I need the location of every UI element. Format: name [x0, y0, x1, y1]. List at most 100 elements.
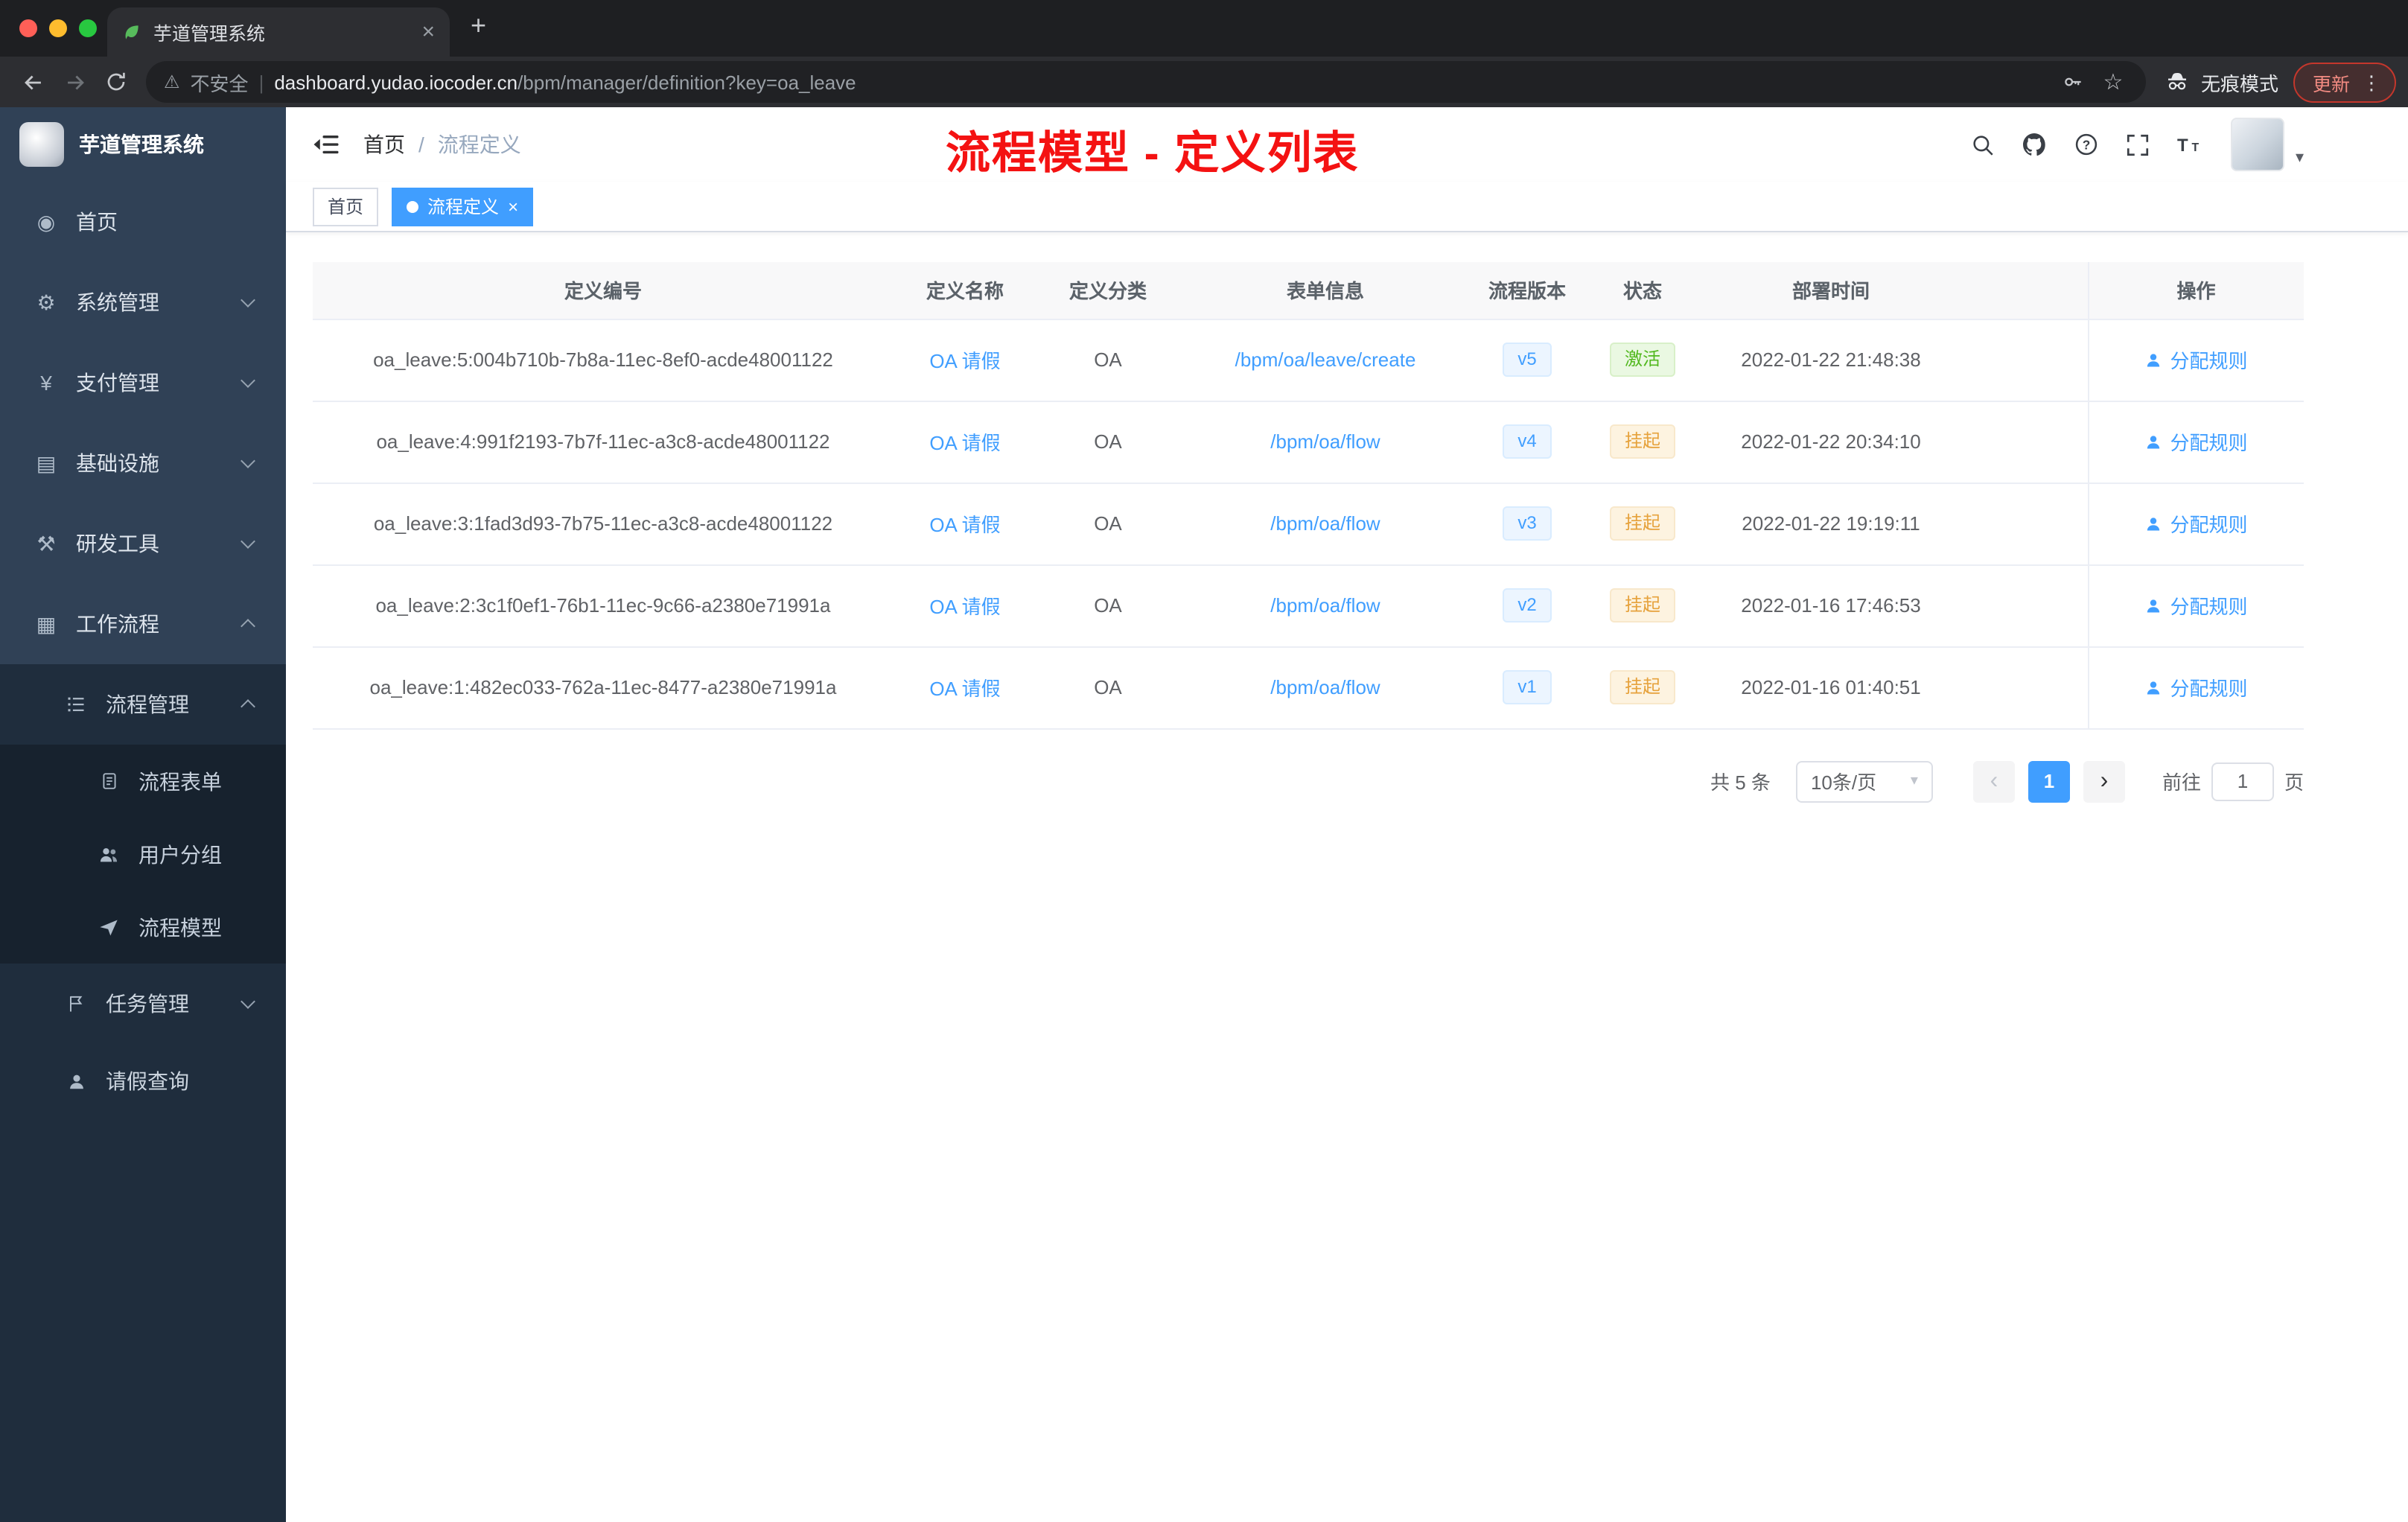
- cell-status: 挂起: [1583, 483, 1702, 565]
- sidebar-item-user-group[interactable]: 用户分组: [0, 818, 286, 891]
- bookmark-star-icon[interactable]: ☆: [2098, 67, 2128, 97]
- breadcrumb-home[interactable]: 首页: [363, 130, 405, 159]
- browser-tab-strip: 芋道管理系统 × +: [0, 0, 2408, 57]
- assign-rule-link[interactable]: 分配规则: [2144, 509, 2248, 538]
- gear-icon: ⚙: [36, 290, 56, 313]
- tag-close-icon[interactable]: ×: [508, 197, 518, 215]
- cell-form-info: /bpm/oa/flow: [1179, 483, 1471, 565]
- close-window-button[interactable]: [19, 19, 37, 37]
- cell-category: OA: [1036, 319, 1179, 401]
- address-bar[interactable]: ⚠ 不安全 | dashboard.yudao.iocoder.cn/bpm/m…: [146, 61, 2146, 103]
- chevron-up-icon: [241, 699, 255, 714]
- definition-name-link[interactable]: OA 请假: [929, 514, 1000, 536]
- cell-status: 挂起: [1583, 646, 1702, 729]
- cell-definition-name: OA 请假: [894, 483, 1036, 565]
- cell-version: v1: [1471, 646, 1583, 729]
- user-menu[interactable]: ▾: [2231, 118, 2304, 171]
- tag-process-definition[interactable]: 流程定义 ×: [392, 187, 534, 226]
- sidebar-item-workflow[interactable]: ▦ 工作流程: [0, 584, 286, 664]
- status-badge: 挂起: [1609, 424, 1675, 459]
- assign-rule-label: 分配规则: [2170, 514, 2248, 536]
- caret-down-icon[interactable]: ▾: [2296, 147, 2304, 171]
- cell-status: 挂起: [1583, 564, 1702, 647]
- tab-close-icon[interactable]: ×: [421, 21, 435, 43]
- zoom-window-button[interactable]: [79, 19, 97, 37]
- sidebar-item-leave-query[interactable]: 请假查询: [0, 1044, 286, 1118]
- app-logo[interactable]: 芋道管理系统: [0, 107, 286, 182]
- assign-rule-link[interactable]: 分配规则: [2144, 427, 2248, 456]
- definition-name-link[interactable]: OA 请假: [929, 596, 1000, 618]
- definition-name-link[interactable]: OA 请假: [929, 678, 1000, 700]
- tag-home[interactable]: 首页: [313, 187, 379, 226]
- fullscreen-icon[interactable]: [2126, 132, 2151, 157]
- new-tab-button[interactable]: +: [471, 12, 486, 39]
- form-link[interactable]: /bpm/oa/flow: [1270, 512, 1380, 535]
- table-row: oa_leave:5:004b710b-7b8a-11ec-8ef0-acde4…: [313, 319, 2304, 401]
- help-icon[interactable]: ?: [2074, 131, 2100, 158]
- workflow-icon: ▦: [36, 611, 57, 635]
- definition-name-link[interactable]: OA 请假: [929, 432, 1000, 454]
- assign-rule-label: 分配规则: [2170, 432, 2248, 454]
- assign-rule-link[interactable]: 分配规则: [2144, 346, 2248, 374]
- assign-rule-link[interactable]: 分配规则: [2144, 591, 2248, 620]
- forward-icon[interactable]: [54, 61, 95, 103]
- github-icon[interactable]: [2022, 131, 2048, 158]
- cell-version: v4: [1471, 401, 1583, 483]
- url-text: dashboard.yudao.iocoder.cn/bpm/manager/d…: [274, 71, 856, 93]
- omnibox-divider: |: [258, 71, 264, 93]
- sidebar-item-task-management[interactable]: 任务管理: [0, 964, 286, 1044]
- cell-definition-name: OA 请假: [894, 319, 1036, 401]
- sidebar-collapse-icon[interactable]: [313, 133, 340, 156]
- form-link[interactable]: /bpm/oa/flow: [1270, 676, 1380, 698]
- sidebar-item-home[interactable]: ◉ 首页: [0, 182, 286, 262]
- assign-rule-link[interactable]: 分配规则: [2144, 673, 2248, 701]
- font-size-icon[interactable]: TT: [2176, 131, 2206, 158]
- sidebar-item-process-form[interactable]: 流程表单: [0, 745, 286, 818]
- not-secure-warning-icon: ⚠: [164, 71, 180, 92]
- tag-label: 首页: [328, 197, 364, 217]
- definition-name-link[interactable]: OA 请假: [929, 350, 1000, 372]
- page-content: 定义编号 定义名称 定义分类 表单信息 流程版本 状态 部署时间 操作 oa_l…: [286, 232, 2408, 1522]
- sidebar-item-label: 用户分组: [138, 842, 222, 866]
- password-key-icon[interactable]: [2058, 67, 2088, 97]
- sidebar-item-devtools[interactable]: ⚒ 研发工具: [0, 503, 286, 584]
- browser-menu-icon[interactable]: ⋮: [2362, 72, 2381, 92]
- incognito-badge: 无痕模式: [2164, 68, 2278, 96]
- back-icon[interactable]: [12, 61, 54, 103]
- sidebar-item-payment[interactable]: ¥ 支付管理: [0, 343, 286, 423]
- sidebar-item-process-management[interactable]: 流程管理: [0, 664, 286, 745]
- prev-page-button[interactable]: ‹: [1972, 760, 2015, 802]
- browser-update-button[interactable]: 更新 ⋮: [2293, 62, 2396, 102]
- page-jumper: 前往 页: [2162, 762, 2304, 800]
- document-icon: [95, 771, 122, 791]
- avatar[interactable]: [2231, 118, 2285, 171]
- cell-form-info: /bpm/oa/flow: [1179, 401, 1471, 483]
- form-link[interactable]: /bpm/oa/leave/create: [1235, 348, 1416, 371]
- tags-view: 首页 流程定义 ×: [286, 182, 2408, 232]
- search-icon[interactable]: [1971, 132, 1996, 157]
- sidebar-item-infrastructure[interactable]: ▤ 基础设施: [0, 423, 286, 503]
- sidebar-item-process-model[interactable]: 流程模型: [0, 891, 286, 964]
- sidebar-item-system[interactable]: ⚙ 系统管理: [0, 262, 286, 343]
- sidebar-item-label: 系统管理: [76, 290, 159, 314]
- reload-icon[interactable]: [95, 61, 137, 103]
- page-goto-input[interactable]: [2211, 762, 2274, 800]
- update-label: 更新: [2312, 74, 2350, 95]
- next-page-button[interactable]: ›: [2083, 760, 2125, 802]
- favicon-leaf-icon: [125, 25, 138, 39]
- minimize-window-button[interactable]: [49, 19, 67, 37]
- svg-text:T: T: [2178, 136, 2189, 156]
- cell-actions: 分配规则: [2087, 401, 2304, 483]
- table-row: oa_leave:4:991f2193-7b7f-11ec-a3c8-acde4…: [313, 401, 2304, 483]
- status-badge: 激活: [1609, 342, 1675, 378]
- browser-tab[interactable]: 芋道管理系统 ×: [107, 7, 450, 57]
- page-1-button[interactable]: 1: [2028, 760, 2070, 802]
- app-title: 芋道管理系统: [79, 133, 204, 156]
- form-link[interactable]: /bpm/oa/flow: [1270, 594, 1380, 617]
- sidebar-item-label: 任务管理: [106, 992, 189, 1016]
- form-link[interactable]: /bpm/oa/flow: [1270, 430, 1380, 453]
- cell-status: 挂起: [1583, 401, 1702, 483]
- person-icon: [2147, 517, 2160, 530]
- page-size-select[interactable]: 10条/页 ▾: [1795, 760, 1933, 802]
- screen: 芋道管理系统 × + ⚠ 不安全 | dashboard.yudao.iocod…: [0, 0, 2408, 1522]
